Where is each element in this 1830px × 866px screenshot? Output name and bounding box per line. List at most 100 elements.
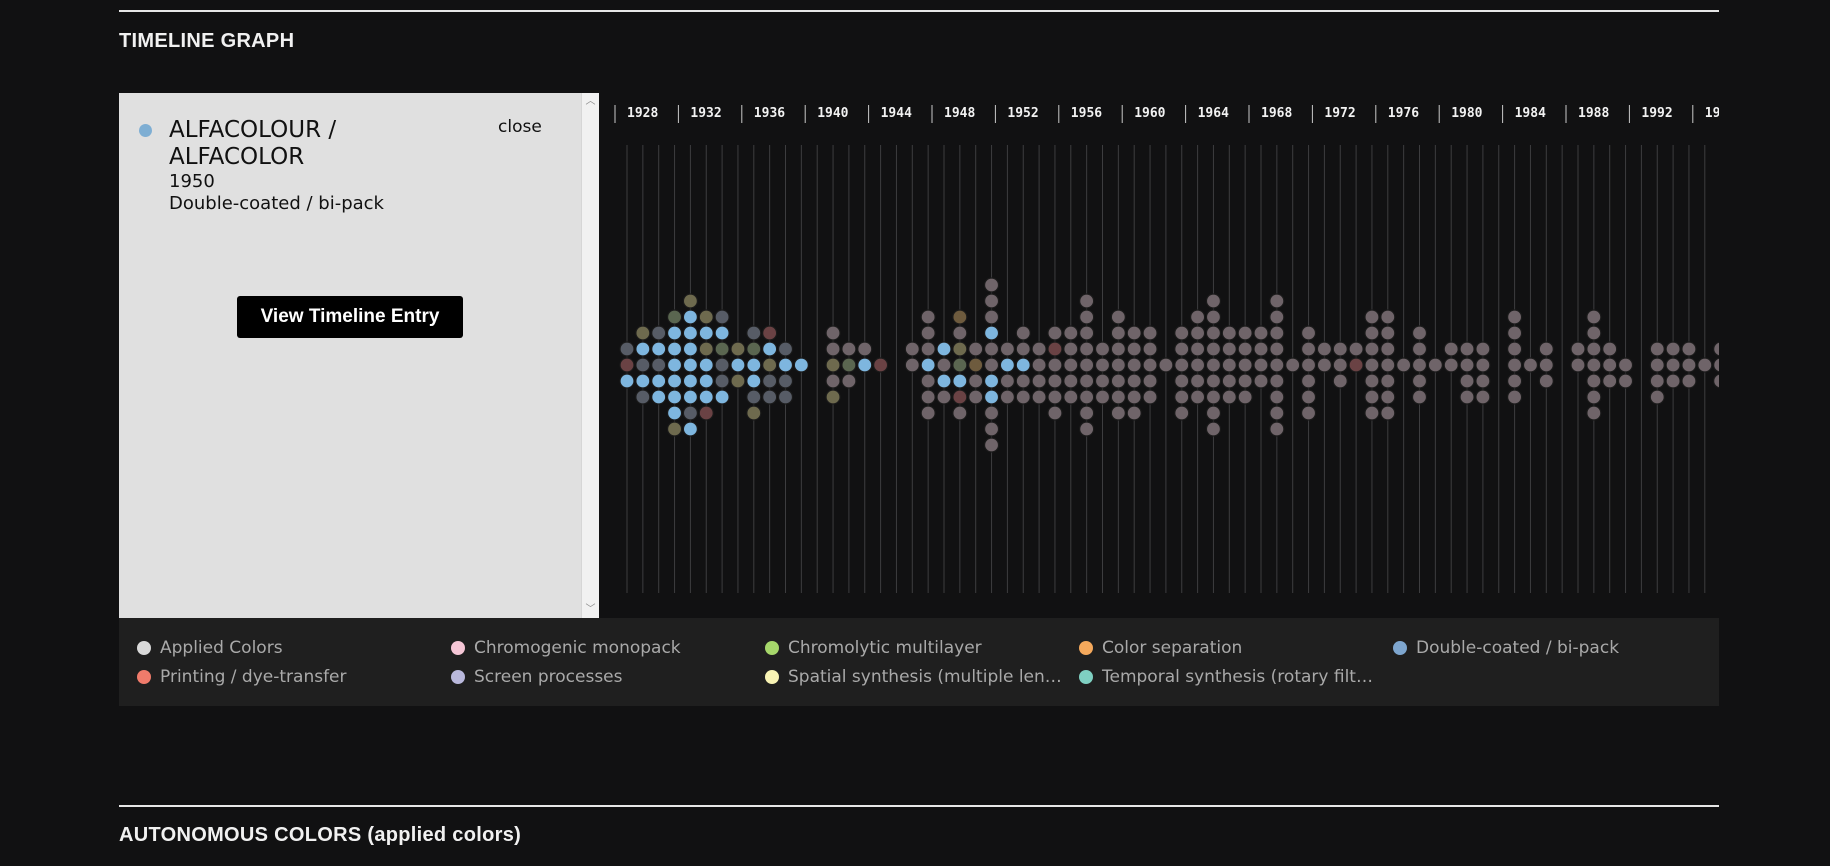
timeline-dot [1269,325,1285,341]
timeline-dot [1713,373,1719,389]
timeline-dot [619,357,635,373]
entry-info-panel: ALFACOLOUR / ALFACOLOR 1950 Double-coate… [119,93,599,618]
legend-swatch [451,641,465,655]
legend-item: Color separation [1079,638,1379,658]
timeline-dot [651,389,667,405]
timeline-dot [1047,357,1063,373]
timeline-dot [777,389,794,405]
timeline-dot [746,389,762,405]
timeline-dot [1300,325,1317,341]
timeline-dot [1332,373,1348,389]
timeline-dot [1681,341,1697,357]
timeline-dot [952,389,968,405]
entry-process: Double-coated / bi-pack [169,193,384,214]
timeline-dot [1475,341,1491,357]
timeline-dot [666,373,683,389]
timeline-dot [1079,341,1095,357]
timeline-dot [666,357,683,373]
view-timeline-entry-button[interactable]: View Timeline Entry [237,296,463,338]
timeline-dot [1142,357,1158,373]
timeline-dot [968,373,984,389]
timeline-dot [1665,341,1681,357]
timeline-dot [1079,309,1095,325]
timeline-dot [1411,373,1428,389]
legend-item: Temporal synthesis (rotary filters) [1079,667,1379,687]
timeline-dot [1475,373,1491,389]
timeline-dot [1285,357,1301,373]
timeline-dot [1189,373,1206,389]
year-label: 1936 [754,106,785,121]
timeline-dot [1205,389,1222,405]
timeline-dot [1237,389,1253,405]
timeline-dot [619,373,635,389]
timeline-dot [1094,357,1111,373]
scroll-down-arrow-icon[interactable]: ﹀ [582,601,599,618]
timeline-dot [968,341,984,357]
legend-item: Screen processes [451,667,751,687]
timeline-dot [873,357,889,373]
timeline-dot [983,437,1000,453]
timeline-dot [968,357,984,373]
timeline-dot [1380,357,1396,373]
timeline-dot [1570,357,1586,373]
timeline-dot [857,341,873,357]
timeline-dot [1110,389,1126,405]
timeline-dot [999,341,1015,357]
timeline-dot [825,357,841,373]
timeline-dot [952,309,968,325]
timeline-dot [1253,357,1269,373]
timeline-dot [1380,309,1396,325]
timeline-dot [1570,341,1586,357]
timeline-dot [762,357,778,373]
timeline-dot [936,389,952,405]
timeline-dot [825,373,841,389]
timeline-dot [762,325,778,341]
scroll-up-arrow-icon[interactable]: ︿ [582,93,599,110]
timeline-dot [714,341,730,357]
timeline-dot [1269,421,1285,437]
timeline-dot [1015,389,1031,405]
timeline-dot [952,341,968,357]
timeline-dot [983,277,1000,293]
timeline-dot [1174,405,1190,421]
timeline-dot [1506,357,1523,373]
timeline-dot [1079,325,1095,341]
legend-item: Spatial synthesis (multiple lenses, pris… [765,667,1065,687]
year-label: 1956 [1071,106,1102,121]
legend-swatch [1393,641,1407,655]
timeline-dot [1126,325,1142,341]
timeline-dot [1348,357,1364,373]
timeline-dot [762,373,778,389]
timeline-dot [936,357,952,373]
timeline-dot [666,325,683,341]
timeline-dot [1538,357,1554,373]
timeline-dot [698,405,714,421]
timeline-dot [1300,373,1317,389]
legend-item: Chromogenic monopack [451,638,751,658]
legend-swatch [451,670,465,684]
timeline-dot [1459,357,1475,373]
timeline-dot [1364,357,1380,373]
timeline-dot [1459,373,1475,389]
timeline-dot [682,405,699,421]
timeline-dot [1269,405,1285,421]
timeline-dot [666,389,683,405]
timeline-dot [1237,357,1253,373]
timeline-dot [777,357,794,373]
section-divider [119,805,1719,807]
legend-label: Printing / dye-transfer [160,667,347,687]
legend-swatch [1079,641,1093,655]
timeline-dot [920,325,936,341]
panel-scrollbar[interactable]: ︿ ﹀ [581,93,599,618]
timeline-dot [1617,373,1634,389]
legend-label: Chromolytic multilayer [788,638,982,658]
close-link[interactable]: close [498,117,542,137]
timeline-dot [825,389,841,405]
timeline-dot [1015,325,1031,341]
timeline-dot [1142,341,1158,357]
timeline-graph[interactable]: 1928 1932 1936 1940 1944 1948 1952 1956 1960 1964… [599,93,1719,618]
year-label: 1932 [690,106,721,121]
timeline-dot [1189,309,1206,325]
timeline-dot [1126,405,1142,421]
timeline-dot [1332,357,1348,373]
